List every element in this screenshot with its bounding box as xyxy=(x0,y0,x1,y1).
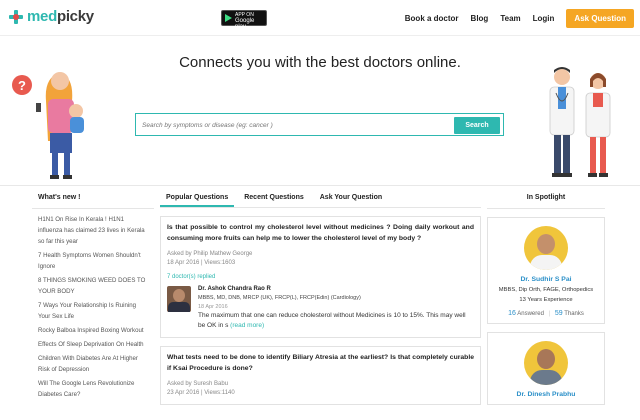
questions-panel: Popular Questions Recent Questions Ask Y… xyxy=(160,190,481,405)
answered-count: 16 xyxy=(508,310,516,317)
logo-text-b: picky xyxy=(56,8,94,25)
svg-text:?: ? xyxy=(18,78,26,93)
news-item[interactable]: Children With Diabetes Are At Higher Ris… xyxy=(38,352,148,377)
news-item[interactable]: 7 Health Symptoms Women Shouldn't Ignore xyxy=(38,249,148,274)
question-meta: Asked by Philip Mathew George 18 Apr 201… xyxy=(167,250,474,268)
badge-large-text: Google play xyxy=(235,18,255,30)
logo-text-a: med xyxy=(27,8,57,25)
question-stats: 23 Apr 2016 | Views:1140 xyxy=(167,390,235,396)
spotlight-doctor-name[interactable]: Dr. Sudhir S Pai xyxy=(492,276,600,283)
question-card: Is that possible to control my cholester… xyxy=(160,216,481,338)
doctor-avatar[interactable] xyxy=(167,286,191,312)
whats-new-title: What's new ! xyxy=(32,190,154,209)
spotlight-doctor-stats: 16 Answered | 59 Thanks xyxy=(492,310,600,317)
question-card: What tests need to be done to identify B… xyxy=(160,346,481,405)
tab-popular-questions[interactable]: Popular Questions xyxy=(160,190,235,207)
read-more-link[interactable]: (read more) xyxy=(230,322,264,329)
spotlight-doctor-card: Dr. Sudhir S Pai MBBS, Dip Orth, FAGE, O… xyxy=(487,217,605,324)
top-navbar: medpicky ANDROID APP ON Google play Book… xyxy=(0,0,640,36)
news-item[interactable]: 8 THINGS SMOKING WEED DOES TO YOUR BODY xyxy=(38,274,148,299)
question-tabs: Popular Questions Recent Questions Ask Y… xyxy=(160,190,481,208)
google-play-badge[interactable]: ANDROID APP ON Google play xyxy=(221,6,267,30)
hero-section: ? Connects you with the best doctors onl… xyxy=(0,37,640,185)
spotlight-doctor-experience: 13 Years Experience xyxy=(519,297,573,303)
stats-separator: | xyxy=(548,311,551,317)
news-item[interactable]: Rocky Balboa Inspired Boxing Workout xyxy=(38,324,148,338)
news-list: H1N1 On Rise In Kerala ! H1N1 influenza … xyxy=(32,209,154,406)
asked-by: Asked by Philip Mathew George xyxy=(167,251,253,257)
doctor-photo[interactable] xyxy=(524,226,568,270)
thanks-label: Thanks xyxy=(564,311,584,317)
nav-team[interactable]: Team xyxy=(500,14,520,23)
answer-date: 18 Apr 2016 xyxy=(198,304,228,310)
question-title[interactable]: Is that possible to control my cholester… xyxy=(167,223,474,244)
spotlight-doctor-qualifications: MBBS, Dip Orth, FAGE, Orthopedics xyxy=(498,287,594,293)
spotlight-doctor-card: Dr. Dinesh Prabhu xyxy=(487,332,605,405)
badge-small-text: ANDROID APP ON xyxy=(235,6,259,18)
spotlight-panel: In Spotlight Dr. Sudhir S Pai MBBS, Dip … xyxy=(487,190,605,405)
doctors-illustration xyxy=(549,67,611,177)
answer-doctor-qualifications: MBBS, MD, DNB, MRCP (UK), FRCP(L), FRCP(… xyxy=(198,295,361,301)
nav-login[interactable]: Login xyxy=(533,14,555,23)
search-button[interactable]: Search xyxy=(454,117,500,134)
nav-blog[interactable]: Blog xyxy=(471,14,489,23)
answer-text: The maximum that one can reduce choleste… xyxy=(198,311,474,331)
tab-ask-your-question[interactable]: Ask Your Question xyxy=(314,190,388,207)
mother-child-illustration: ? xyxy=(12,72,84,179)
ask-question-button[interactable]: Ask Question xyxy=(566,9,634,28)
section-divider xyxy=(0,185,640,186)
play-store-icon xyxy=(225,14,232,22)
spotlight-doctor-name[interactable]: Dr. Dinesh Prabhu xyxy=(492,391,600,398)
answer-block: Dr. Ashok Chandra Rao R MBBS, MD, DNB, M… xyxy=(167,286,474,331)
doctors-replied-count[interactable]: 7 doctor(s) replied xyxy=(167,274,474,280)
news-item[interactable]: H1N1 On Rise In Kerala ! H1N1 influenza … xyxy=(38,213,148,249)
cross-logo-icon xyxy=(8,9,24,25)
answered-label: Answered xyxy=(517,311,544,317)
logo-wordmark: medpicky xyxy=(27,8,94,25)
news-item[interactable]: Will The Google Lens Revolutionize Diabe… xyxy=(38,377,148,402)
search-bar: Search xyxy=(135,113,504,136)
question-stats: 18 Apr 2016 | Views:1603 xyxy=(167,260,236,266)
tab-recent-questions[interactable]: Recent Questions xyxy=(238,190,310,207)
nav-book-a-doctor[interactable]: Book a doctor xyxy=(405,14,459,23)
doctor-photo[interactable] xyxy=(524,341,568,385)
question-title[interactable]: What tests need to be done to identify B… xyxy=(167,353,474,374)
medpicky-logo[interactable]: medpicky xyxy=(8,8,94,25)
google-play-text: ANDROID APP ON Google play xyxy=(235,6,266,30)
search-input[interactable] xyxy=(142,118,442,132)
whats-new-panel: What's new ! H1N1 On Rise In Kerala ! H1… xyxy=(32,190,154,406)
news-item[interactable]: 7 Ways Your Relationship Is Ruining Your… xyxy=(38,299,148,324)
news-item[interactable]: Effects Of Sleep Deprivation On Health xyxy=(38,338,148,352)
nav-links: Book a doctor Blog Team Login Ask Questi… xyxy=(393,9,634,28)
asked-by: Asked by Suresh Babu xyxy=(167,381,229,387)
thanks-count: 59 xyxy=(554,310,563,317)
question-meta: Asked by Suresh Babu 23 Apr 2016 | Views… xyxy=(167,380,474,398)
spotlight-title: In Spotlight xyxy=(487,190,605,209)
answer-doctor-name[interactable]: Dr. Ashok Chandra Rao R xyxy=(198,286,474,292)
